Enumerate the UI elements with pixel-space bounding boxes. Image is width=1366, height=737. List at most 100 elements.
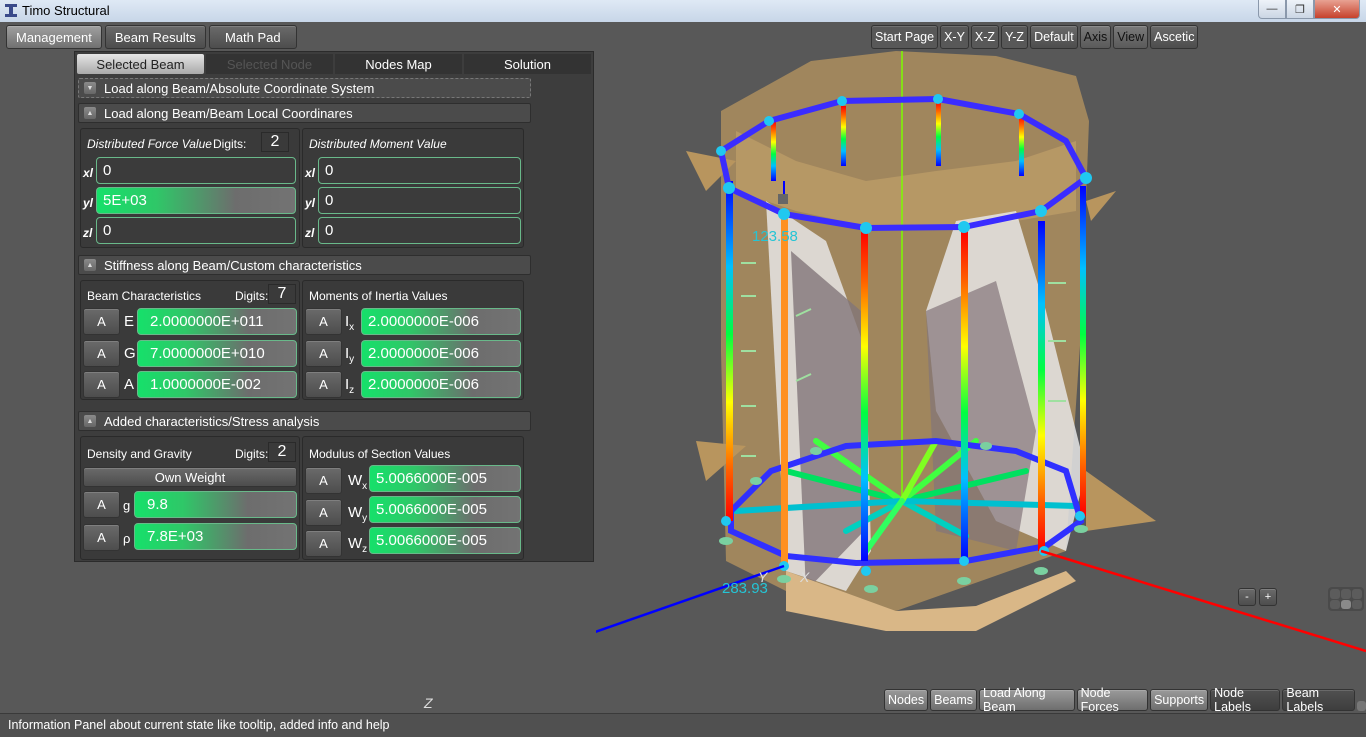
toggle-beams-button[interactable]: Beams <box>930 689 978 711</box>
symbol-g: G <box>124 345 136 362</box>
ascetic-toggle-button[interactable]: Ascetic <box>1150 25 1199 49</box>
section-modulus-x-input[interactable]: 5.0066000E-005 <box>369 465 521 492</box>
auto-wz-button[interactable]: A <box>305 530 342 557</box>
toggle-beam-labels-button[interactable]: Beam Labels <box>1282 686 1356 714</box>
zoom-out-button[interactable]: - <box>1238 588 1256 606</box>
axis-label-x: X <box>800 569 810 585</box>
area-input[interactable]: 1.0000000E-002 <box>137 371 297 398</box>
properties-panel: Selected Beam Selected Node Nodes Map So… <box>74 51 594 562</box>
density-digits-input[interactable]: 2 <box>268 442 296 462</box>
auto-rho-button[interactable]: A <box>83 524 120 551</box>
force-zl-input[interactable]: 0 <box>96 217 296 244</box>
auto-g-button[interactable]: A <box>83 340 120 367</box>
tab-solution[interactable]: Solution <box>464 54 591 74</box>
density-digits-label: Digits: <box>235 447 269 461</box>
auto-e-button[interactable]: A <box>83 308 120 335</box>
beam-char-digits-input[interactable]: 7 <box>268 284 296 304</box>
moment-xl-input[interactable]: 0 <box>318 157 521 184</box>
section-stiffness[interactable]: ▲ Stiffness along Beam/Custom characteri… <box>78 255 531 275</box>
nav-pad-cell[interactable] <box>1341 589 1351 599</box>
symbol-wx: Wx <box>348 472 368 492</box>
camera-nav-pad[interactable] <box>1328 587 1364 611</box>
moment-title: Distributed Moment Value <box>309 137 447 151</box>
distributed-force-group: Distributed Force Value Digits: 2 xl 0 y… <box>80 128 300 248</box>
section-local-coords[interactable]: ▲ Load along Beam/Beam Local Coordinares <box>78 103 531 123</box>
force-xl-input[interactable]: 0 <box>96 157 296 184</box>
minimize-button[interactable]: — <box>1258 0 1286 19</box>
gravity-input[interactable]: 9.8 <box>134 491 297 518</box>
axis-label: zl <box>83 226 93 240</box>
toggle-load-along-beam-button[interactable]: Load Along Beam <box>979 686 1075 714</box>
zoom-in-button[interactable]: + <box>1259 588 1277 606</box>
beam-value-label-top: 123.58 <box>752 228 798 245</box>
nav-math-pad-button[interactable]: Math Pad <box>208 25 297 49</box>
auto-iz-button[interactable]: A <box>305 371 342 398</box>
beam-characteristics-group: Beam Characteristics Digits: 7 A E 2.000… <box>80 280 300 400</box>
inertia-x-input[interactable]: 2.0000000E-006 <box>361 308 521 335</box>
section-modulus-z-input[interactable]: 5.0066000E-005 <box>369 527 521 554</box>
section-modulus-y-input[interactable]: 5.0066000E-005 <box>369 496 521 523</box>
tab-selected-beam[interactable]: Selected Beam <box>77 54 204 74</box>
close-icon: ✕ <box>1332 3 1342 16</box>
view-toggle-button[interactable]: View <box>1113 25 1149 49</box>
app-logo-icon <box>5 4 17 17</box>
nav-pad-cell[interactable] <box>1341 599 1351 609</box>
information-panel: Information Panel about current state li… <box>0 713 1366 737</box>
beam-char-title: Beam Characteristics <box>87 289 202 303</box>
nav-management-button[interactable]: Management <box>6 25 102 49</box>
own-weight-button[interactable]: Own Weight <box>83 467 297 487</box>
force-digits-input[interactable]: 2 <box>261 132 289 152</box>
view-toolbar: Start Page X-Y X-Z Y-Z Default Axis View… <box>871 25 1199 49</box>
title-bar: Timo Structural — ❐ ✕ <box>0 0 1366 22</box>
section-title: Load along Beam/Beam Local Coordinares <box>104 105 353 121</box>
shear-modulus-input[interactable]: 7.0000000E+010 <box>137 340 297 367</box>
auto-g-gravity-button[interactable]: A <box>83 491 120 518</box>
close-button[interactable]: ✕ <box>1314 0 1360 19</box>
toggle-nodes-button[interactable]: Nodes <box>884 689 929 711</box>
section-abs-coords[interactable]: ▼ Load along Beam/Absolute Coordinate Sy… <box>78 78 531 98</box>
density-input[interactable]: 7.8E+03 <box>134 523 297 550</box>
minimize-icon: — <box>1266 3 1278 15</box>
inertia-y-input[interactable]: 2.0000000E-006 <box>361 340 521 367</box>
bar-grip-handle[interactable] <box>1357 701 1366 711</box>
moments-of-inertia-group: Moments of Inertia Values A Ix 2.0000000… <box>302 280 524 400</box>
nav-pad-cell[interactable] <box>1352 589 1362 599</box>
nav-beam-results-button[interactable]: Beam Results <box>104 25 206 49</box>
inertia-z-input[interactable]: 2.0000000E-006 <box>361 371 521 398</box>
view-xz-button[interactable]: X-Z <box>970 25 1000 49</box>
auto-iy-button[interactable]: A <box>305 340 342 367</box>
axis-label: zl <box>305 226 315 240</box>
moment-yl-input[interactable]: 0 <box>318 187 521 214</box>
toggle-supports-button[interactable]: Supports <box>1150 689 1209 711</box>
symbol-ix: Ix <box>345 313 355 333</box>
auto-wy-button[interactable]: A <box>305 499 342 526</box>
view-default-button[interactable]: Default <box>1030 25 1078 49</box>
force-digits-label: Digits: <box>213 137 247 151</box>
density-title: Density and Gravity <box>87 447 192 461</box>
restore-button[interactable]: ❐ <box>1286 0 1314 19</box>
axis-toggle-button[interactable]: Axis <box>1079 25 1112 49</box>
nav-pad-cell[interactable] <box>1330 599 1340 609</box>
moment-zl-input[interactable]: 0 <box>318 217 521 244</box>
toggle-node-labels-button[interactable]: Node Labels <box>1210 686 1281 714</box>
symbol-a: A <box>124 376 135 393</box>
restore-icon: ❐ <box>1295 3 1305 16</box>
panel-tabs: Selected Beam Selected Node Nodes Map So… <box>77 54 591 74</box>
auto-ix-button[interactable]: A <box>305 308 342 335</box>
force-yl-input[interactable]: 5E+03 <box>96 187 296 214</box>
axis-label: yl <box>83 196 94 210</box>
view-yz-button[interactable]: Y-Z <box>1001 25 1029 49</box>
main-nav: Management Beam Results Math Pad <box>6 25 297 49</box>
toggle-node-forces-button[interactable]: Node Forces <box>1076 686 1149 714</box>
nav-pad-cell[interactable] <box>1330 589 1340 599</box>
axis-label: xl <box>305 166 316 180</box>
auto-a-button[interactable]: A <box>83 371 120 398</box>
view-xy-button[interactable]: X-Y <box>940 25 969 49</box>
start-page-button[interactable]: Start Page <box>871 25 939 49</box>
elastic-modulus-input[interactable]: 2.0000000E+011 <box>137 308 297 335</box>
tab-nodes-map[interactable]: Nodes Map <box>335 54 462 74</box>
symbol-gravity: g <box>123 498 131 513</box>
auto-wx-button[interactable]: A <box>305 467 342 494</box>
section-added-characteristics[interactable]: ▲ Added characteristics/Stress analysis <box>78 411 531 431</box>
nav-pad-cell[interactable] <box>1352 599 1362 609</box>
